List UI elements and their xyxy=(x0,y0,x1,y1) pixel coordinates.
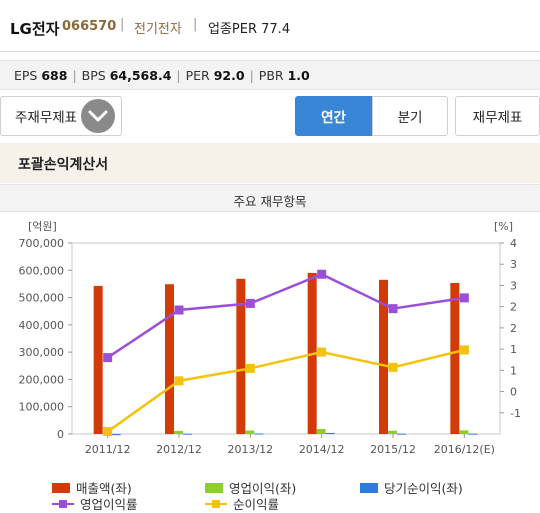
bar-net-income xyxy=(183,433,192,435)
bar-op-income xyxy=(316,429,326,434)
bar-op-income xyxy=(459,430,469,434)
point-net-margin xyxy=(317,347,327,357)
bar-net-income xyxy=(254,433,264,435)
right-tick-label: 2 xyxy=(510,322,517,335)
legend-net-margin: 순이익률 xyxy=(205,494,279,513)
right-tick-label: -1 xyxy=(510,407,521,420)
bar-net-income xyxy=(468,433,478,435)
metric-pbr: PBR 1.0 xyxy=(258,68,310,83)
chart-subtitle: 주요 재무항목 xyxy=(0,184,540,212)
separator: | xyxy=(193,17,198,32)
right-tick-label: 3 xyxy=(510,258,517,271)
main-fs-dropdown[interactable]: 주재무제표 xyxy=(0,96,122,136)
legend-line-op-margin xyxy=(52,499,74,508)
metric-bps: BPS 64,568.4 xyxy=(81,68,172,83)
x-tick-label: 2015/12 xyxy=(370,443,416,456)
financial-statement-button[interactable]: 재무제표 xyxy=(455,96,540,136)
left-tick-label: 700,000 xyxy=(19,237,65,250)
financial-chart: [억원] [%] 0 100,000 200,000 300,000 400,000 500,… xyxy=(19,220,521,456)
left-tick-label: 100,000 xyxy=(19,401,65,414)
right-tick-label: 3 xyxy=(510,279,517,292)
tab-annual[interactable]: 연간 xyxy=(295,96,372,136)
tab-quarter[interactable]: 분기 xyxy=(372,96,448,136)
right-axis-unit: [%] xyxy=(494,220,513,233)
bar-net-income xyxy=(111,434,121,436)
chevron-down-icon[interactable] xyxy=(81,99,115,133)
left-tick-label: 200,000 xyxy=(19,373,65,386)
right-tick-label: 2 xyxy=(510,301,517,314)
bar-op-income xyxy=(388,430,397,434)
line-op-margin xyxy=(106,272,465,359)
left-tick-label: 0 xyxy=(57,428,64,441)
legend-swatch-op-income xyxy=(205,482,223,493)
legend-swatch-sales xyxy=(52,482,70,493)
stock-code: 066570 xyxy=(62,19,117,34)
section-title: 포괄손익계산서 xyxy=(0,143,540,183)
metric-eps: EPS 688 xyxy=(14,68,68,83)
bar-sales xyxy=(450,282,460,434)
right-tick-label: 1 xyxy=(510,364,517,377)
point-op-margin xyxy=(103,353,113,363)
legend-net-income: 당기순이익(좌) xyxy=(360,478,463,497)
point-net-margin xyxy=(459,345,469,355)
point-net-margin xyxy=(245,363,255,373)
company-name: LG전자 xyxy=(10,20,60,38)
point-op-margin xyxy=(174,305,184,315)
point-op-margin xyxy=(459,293,469,303)
main-fs-label: 주재무제표 xyxy=(15,110,78,126)
x-tick-label: 2014/12 xyxy=(299,443,345,456)
separator: | xyxy=(120,17,125,32)
point-net-margin xyxy=(388,362,398,372)
point-op-margin xyxy=(317,269,327,279)
bar-net-income xyxy=(397,433,406,435)
x-tick-label: 2012/12 xyxy=(156,443,202,456)
x-tick-label: 2011/12 xyxy=(85,443,131,456)
bar-op-income xyxy=(245,430,255,434)
point-op-margin xyxy=(388,304,398,314)
right-tick-label: 0 xyxy=(510,386,517,399)
right-tick-label: 4 xyxy=(510,237,517,250)
point-op-margin xyxy=(245,298,255,308)
sector-label: 전기전자 xyxy=(134,22,182,37)
left-tick-label: 300,000 xyxy=(19,346,65,359)
line-net-margin xyxy=(106,348,465,433)
legend-op-margin: 영업이익률 xyxy=(52,494,138,513)
stock-header: LG전자 066570 | 전기전자 | 업종PER 77.4 xyxy=(0,0,540,52)
left-tick-label: 600,000 xyxy=(19,264,65,277)
point-net-margin xyxy=(103,427,113,437)
bar-op-income xyxy=(174,430,183,434)
industry-per: 업종PER 77.4 xyxy=(208,22,291,37)
metrics-bar: EPS 688 | BPS 64,568.4 | PER 92.0 | PBR 1.0 xyxy=(0,60,540,90)
bar-net-income xyxy=(325,432,335,434)
x-tick-label: 2016/12(E) xyxy=(434,443,495,456)
chart-legend: 매출액(좌) 영업이익(좌) 당기순이익(좌) 영업이익률 순이익률 xyxy=(0,475,540,513)
point-net-margin xyxy=(174,376,184,386)
legend-line-net-margin xyxy=(205,499,227,508)
metric-per: PER 92.0 xyxy=(185,68,245,83)
legend-swatch-net-income xyxy=(360,482,378,493)
left-tick-label: 500,000 xyxy=(19,292,65,305)
left-axis-unit: [억원] xyxy=(28,220,57,233)
bar-sales xyxy=(165,284,174,434)
bar-sales xyxy=(93,285,103,434)
right-tick-label: 1 xyxy=(510,343,517,356)
bar-sales xyxy=(236,278,246,434)
left-tick-label: 400,000 xyxy=(19,319,65,332)
x-tick-label: 2013/12 xyxy=(227,443,273,456)
